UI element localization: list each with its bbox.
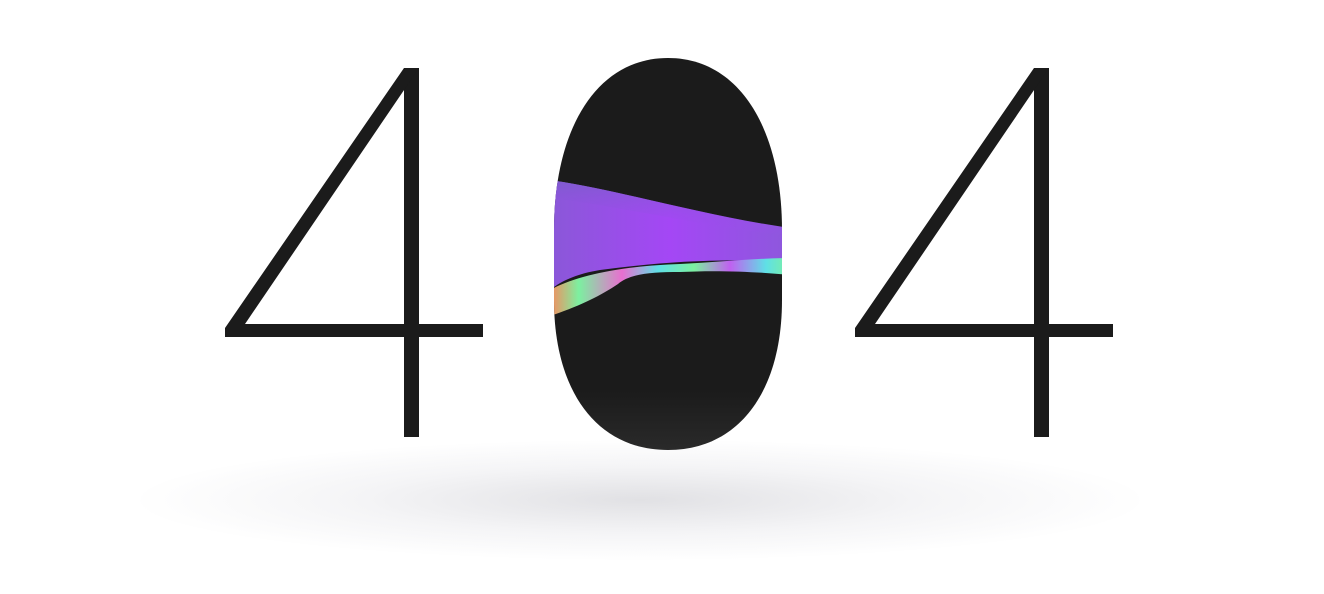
error-page: 404 bbox=[0, 0, 1324, 594]
digit-zero bbox=[554, 58, 782, 450]
digit-four-right bbox=[855, 68, 1113, 437]
digit-four-left bbox=[225, 68, 483, 437]
error-code-graphic bbox=[225, 58, 1113, 450]
